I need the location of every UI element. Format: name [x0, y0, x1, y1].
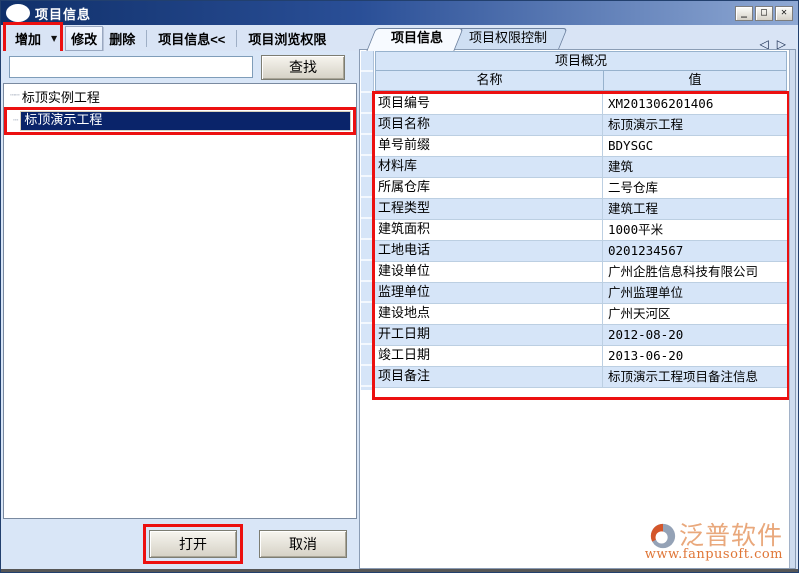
- watermark-brand: 泛普软件: [679, 523, 783, 549]
- table-row[interactable]: 项目备注 标顶演示工程项目备注信息: [375, 367, 787, 388]
- right-panel: 项目概况 名称 值 项目编号 XM201306201406 项目名称 标顶演示工…: [359, 49, 796, 569]
- highlight-box-selected-project: ┄ 标顶演示工程: [4, 107, 356, 135]
- highlight-box-open: 打开: [143, 524, 243, 564]
- row-value-cell: 2012-08-20: [603, 325, 787, 345]
- row-name-cell: 所属仓库: [375, 178, 603, 198]
- highlight-box-add: 增加 ▼: [3, 22, 63, 55]
- row-value-cell: 1000平米: [603, 220, 787, 240]
- row-name-cell: 竣工日期: [375, 346, 603, 366]
- table-row[interactable]: 工地电话 0201234567: [375, 241, 787, 262]
- project-detail-table: 项目概况 名称 值 项目编号 XM201306201406 项目名称 标顶演示工…: [375, 51, 787, 400]
- cancel-button[interactable]: 取消: [259, 530, 347, 558]
- row-name-cell: 项目编号: [375, 94, 603, 114]
- toolbar: 增加 ▼ 修改 删除 项目信息<< 项目浏览权限: [1, 25, 357, 51]
- table-row[interactable]: 监理单位 广州监理单位: [375, 283, 787, 304]
- row-value-cell: 广州企胜信息科技有限公司: [603, 262, 787, 282]
- row-value-cell: 标顶演示工程项目备注信息: [603, 367, 787, 387]
- tree-connector-icon: ┄┄: [10, 91, 19, 101]
- tree-item-example-project[interactable]: ┄┄ 标顶实例工程: [4, 86, 356, 106]
- row-value-cell: 广州监理单位: [603, 283, 787, 303]
- window-title: 项目信息: [35, 4, 91, 23]
- find-button[interactable]: 查找: [261, 55, 345, 80]
- row-value-cell: BDYSGC: [603, 136, 787, 156]
- table-row[interactable]: 项目编号 XM201306201406: [375, 94, 787, 115]
- row-name-cell: 项目名称: [375, 115, 603, 135]
- row-name-cell: 材料库: [375, 157, 603, 177]
- dropdown-arrow-icon[interactable]: ▼: [51, 34, 57, 43]
- row-name-cell: 监理单位: [375, 283, 603, 303]
- tree-connector-icon: ┄: [13, 116, 17, 126]
- modify-button[interactable]: 修改: [65, 26, 103, 51]
- minimize-button[interactable]: _: [735, 6, 753, 21]
- watermark-url: www.fanpusoft.com: [645, 547, 783, 562]
- row-value-cell: 建筑: [603, 157, 787, 177]
- table-row[interactable]: 单号前缀 BDYSGC: [375, 136, 787, 157]
- tree-item-demo-project[interactable]: ┄ 标顶演示工程: [9, 111, 351, 131]
- top-strip: 增加 ▼ 修改 删除 项目信息<< 项目浏览权限 项目信息 项目权限控制 ◁ ▷: [1, 25, 796, 51]
- browse-permission-button[interactable]: 项目浏览权限: [242, 26, 332, 51]
- search-input[interactable]: [9, 56, 253, 78]
- highlight-box-table: 项目编号 XM201306201406 项目名称 标顶演示工程 单号前缀 BDY…: [372, 91, 790, 400]
- window-bottom-edge: [1, 569, 798, 572]
- column-header-name[interactable]: 名称: [376, 71, 604, 90]
- row-name-cell: 开工日期: [375, 325, 603, 345]
- close-button[interactable]: ✕: [775, 6, 793, 21]
- row-value-cell: 标顶演示工程: [603, 115, 787, 135]
- table-row[interactable]: 建筑面积 1000平米: [375, 220, 787, 241]
- table-row[interactable]: 所属仓库 二号仓库: [375, 178, 787, 199]
- table-row[interactable]: 项目名称 标顶演示工程: [375, 115, 787, 136]
- row-value-cell: 二号仓库: [603, 178, 787, 198]
- project-tree: ┄┄ 标顶实例工程 ┄ 标顶演示工程: [3, 83, 357, 519]
- table-row[interactable]: 开工日期 2012-08-20: [375, 325, 787, 346]
- open-button[interactable]: 打开: [149, 530, 237, 558]
- fanpu-logo-icon: [649, 522, 677, 550]
- tab-strip: 项目信息 项目权限控制 ◁ ▷: [357, 25, 796, 51]
- row-name-cell: 建设地点: [375, 304, 603, 324]
- table-row[interactable]: 工程类型 建筑工程: [375, 199, 787, 220]
- row-name-cell: 项目备注: [375, 367, 603, 387]
- project-info-toggle-button[interactable]: 项目信息<<: [152, 26, 231, 51]
- table-row[interactable]: 建设单位 广州企胜信息科技有限公司: [375, 262, 787, 283]
- row-name-cell: 单号前缀: [375, 136, 603, 156]
- row-name-cell: 工程类型: [375, 199, 603, 219]
- app-icon: [6, 4, 30, 22]
- row-value-cell: 广州天河区: [603, 304, 787, 324]
- row-value-cell: XM201306201406: [603, 94, 787, 114]
- row-value-cell: 0201234567: [603, 241, 787, 261]
- row-name-cell: 工地电话: [375, 241, 603, 261]
- table-row[interactable]: 材料库 建筑: [375, 157, 787, 178]
- titlebar: 项目信息 _ □ ✕: [1, 1, 798, 25]
- table-row[interactable]: 建设地点 广州天河区: [375, 304, 787, 325]
- vertical-scrollbar[interactable]: [789, 50, 795, 568]
- search-row: 查找: [1, 51, 359, 83]
- watermark: 泛普软件 www.fanpusoft.com: [645, 522, 783, 562]
- group-header: 项目概况: [375, 51, 787, 71]
- add-button[interactable]: 增加: [9, 26, 47, 51]
- table-row[interactable]: 竣工日期 2013-06-20: [375, 346, 787, 367]
- left-panel: 查找 ┄┄ 标顶实例工程 ┄ 标顶演示工程 打开 取消: [1, 51, 359, 569]
- row-name-cell: 建设单位: [375, 262, 603, 282]
- dialog-footer: 打开 取消: [1, 519, 359, 569]
- row-value-cell: 2013-06-20: [603, 346, 787, 366]
- row-name-cell: 建筑面积: [375, 220, 603, 240]
- tab-project-info[interactable]: 项目信息: [371, 28, 459, 51]
- column-header-value[interactable]: 值: [604, 71, 786, 90]
- tab-permission-control[interactable]: 项目权限控制: [449, 28, 563, 51]
- toolbar-separator: [146, 30, 147, 47]
- delete-button[interactable]: 删除: [103, 26, 141, 51]
- project-info-window: 项目信息 _ □ ✕ 增加 ▼ 修改 删除 项目信息<< 项目浏览权限 项目信息…: [0, 0, 799, 573]
- maximize-button[interactable]: □: [755, 6, 773, 21]
- toolbar-separator: [236, 30, 237, 47]
- row-value-cell: 建筑工程: [603, 199, 787, 219]
